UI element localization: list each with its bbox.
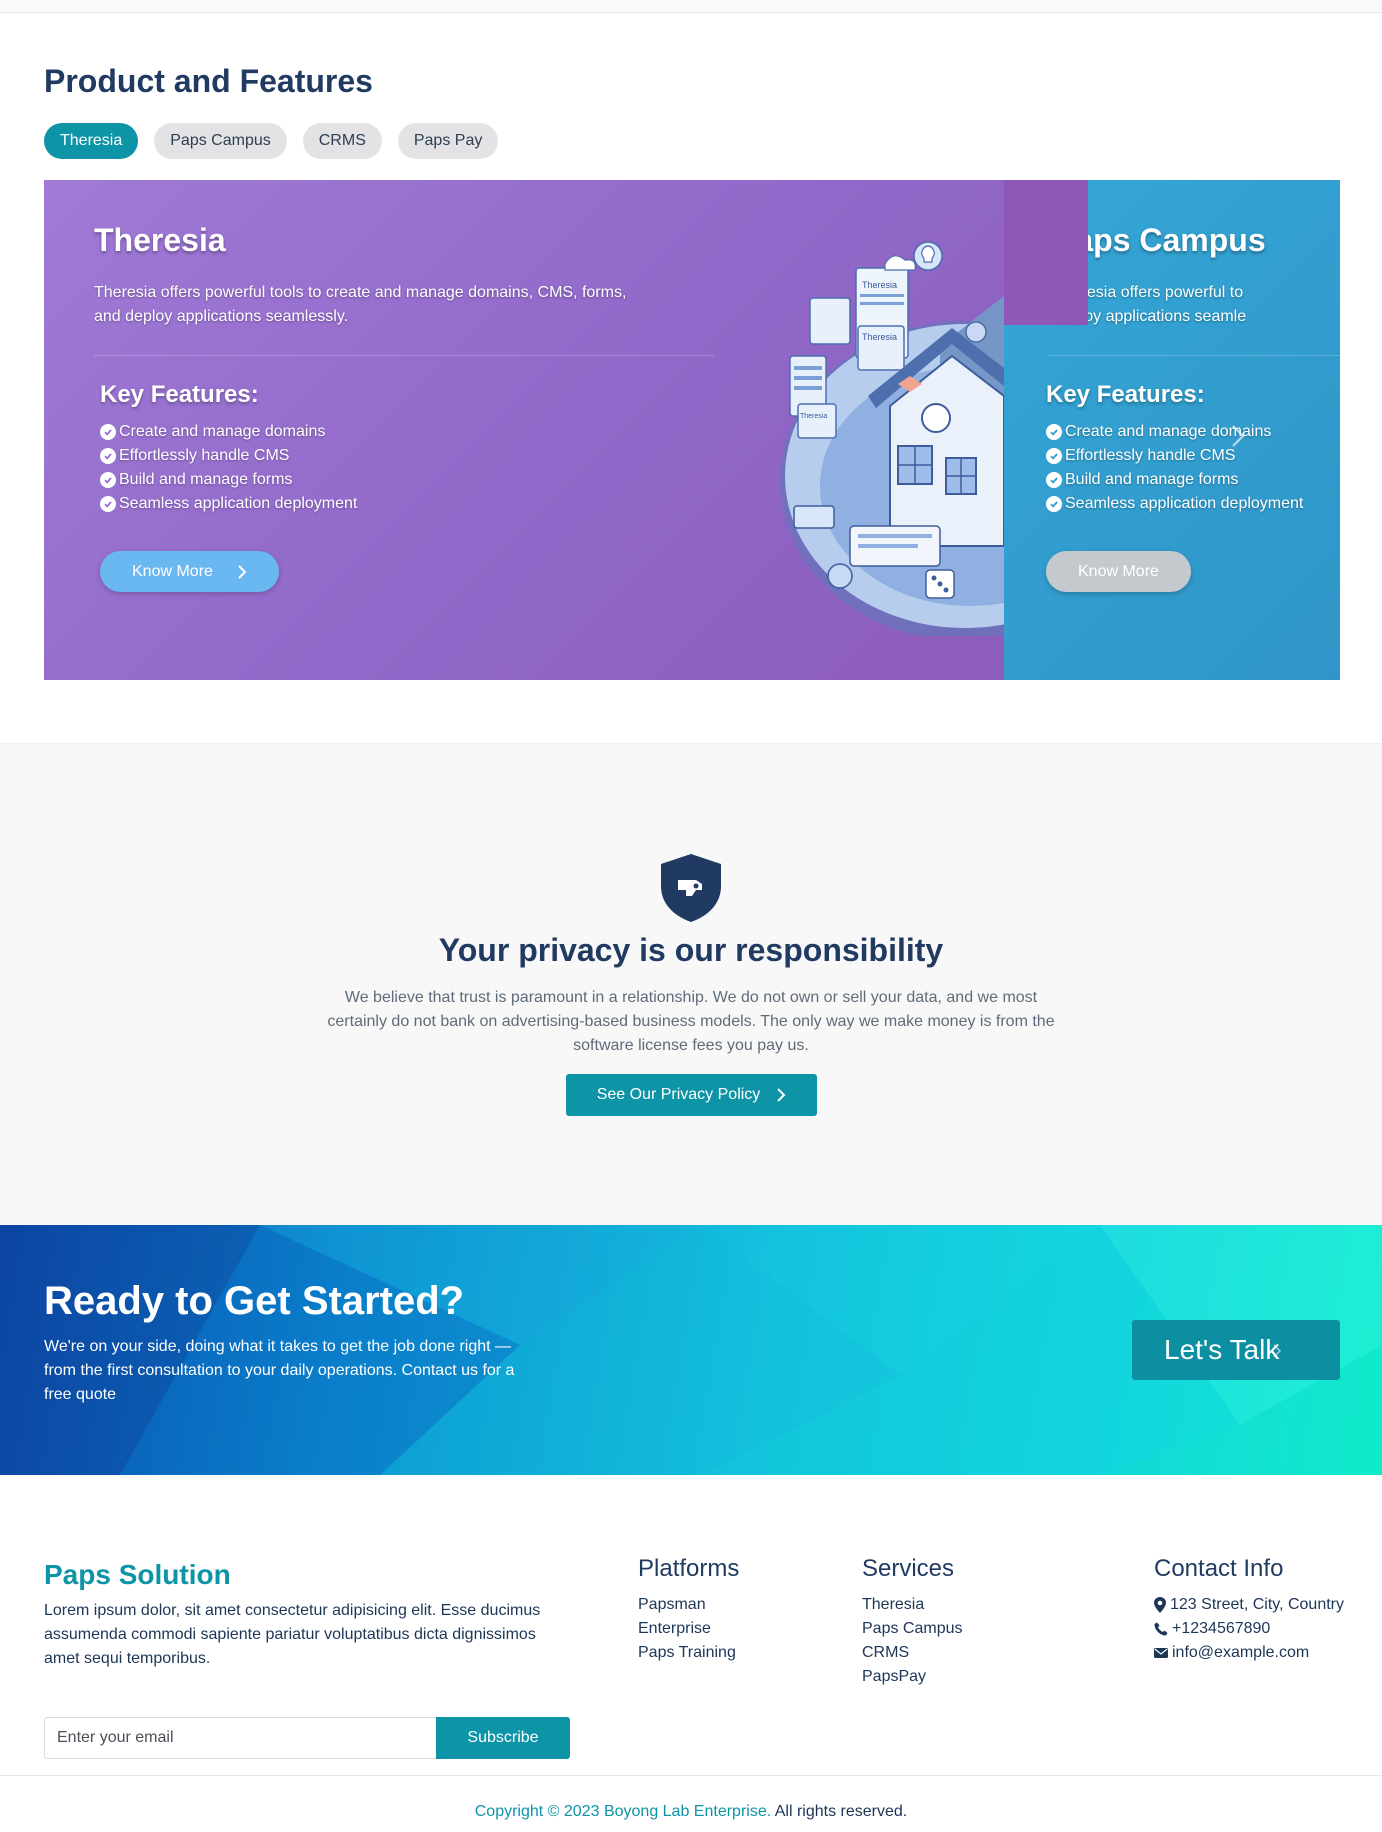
chevron-right-icon (777, 1088, 786, 1102)
privacy-text: We believe that trust is paramount in a … (327, 989, 1055, 1054)
illustration-label: Theresia (862, 280, 897, 290)
footer-brand: Paps Solution (44, 1559, 231, 1590)
tab-crms[interactable]: CRMS (302, 123, 382, 159)
chevron-right-icon[interactable] (1230, 423, 1246, 449)
envelope-icon (1154, 1648, 1168, 1658)
product-carousel: Theresia Theresia offers powerful tools … (44, 180, 1340, 680)
divider (0, 1775, 1382, 1776)
key-features-title: Key Features: (1046, 381, 1205, 408)
subscribe-button[interactable]: Subscribe (436, 1717, 570, 1759)
slide-theresia: Theresia Theresia offers powerful tools … (44, 180, 1004, 680)
check-circle-icon (100, 424, 116, 440)
check-circle-icon (100, 472, 116, 488)
copyright-link[interactable]: Copyright © 2023 Boyong Lab Enterprise. (475, 1803, 771, 1820)
check-circle-icon (1046, 472, 1062, 488)
list-item: Build and manage forms (1046, 468, 1303, 492)
contact-phone: +1234567890 (1154, 1617, 1344, 1641)
cta-text: We're on your side, doing what it takes … (44, 1338, 515, 1403)
feature-list: Create and manage domains Effortlessly h… (1046, 420, 1303, 516)
check-circle-icon (1046, 424, 1062, 440)
chevron-right-icon (1273, 1344, 1282, 1358)
know-more-button[interactable]: Know More (1046, 551, 1191, 592)
check-circle-icon (100, 448, 116, 464)
footer-link[interactable]: CRMS (862, 1641, 963, 1665)
contact-title: Contact Info (1154, 1555, 1284, 1582)
contact-email: info@example.com (1154, 1641, 1344, 1665)
product-illustration: Theresia Theresia Theresia (780, 241, 1004, 636)
contact-list: 123 Street, City, Country +1234567890 in… (1154, 1593, 1344, 1665)
privacy-title: Your privacy is our responsibility (438, 932, 944, 968)
footer-link[interactable]: Papsman (638, 1593, 736, 1617)
copyright: Copyright © 2023 Boyong Lab Enterprise. … (0, 1803, 1382, 1821)
check-circle-icon (1046, 448, 1062, 464)
illustration-label: Theresia (862, 332, 897, 342)
tab-paps-pay[interactable]: Paps Pay (397, 123, 499, 159)
services-title: Services (862, 1555, 955, 1582)
email-input[interactable] (44, 1717, 436, 1759)
divider (94, 355, 714, 356)
check-circle-icon (100, 496, 116, 512)
tab-theresia[interactable]: Theresia (44, 123, 139, 159)
feature-list: Create and manage domains Effortlessly h… (100, 420, 357, 516)
slide-overlap (1004, 180, 1088, 325)
know-more-button[interactable]: Know More (100, 551, 279, 592)
section-title: Product and Features (44, 63, 373, 99)
key-features-title: Key Features: (100, 381, 259, 408)
list-item: Create and manage domains (1046, 420, 1303, 444)
contact-address: 123 Street, City, Country (1154, 1593, 1344, 1617)
cta-section: Ready to Get Started? We're on your side… (0, 1225, 1382, 1475)
platforms-title: Platforms (638, 1555, 740, 1582)
copyright-text: All rights reserved. (771, 1803, 908, 1820)
subscribe-form: Subscribe (44, 1717, 570, 1759)
privacy-section: Your privacy is our responsibility We be… (0, 743, 1382, 1225)
list-item: Effortlessly handle CMS (1046, 444, 1303, 468)
list-item: Seamless application deployment (1046, 492, 1303, 516)
services-list: Theresia Paps Campus CRMS PapsPay (862, 1593, 963, 1689)
slide-title: Theresia (94, 222, 226, 258)
tab-paps-campus[interactable]: Paps Campus (154, 123, 287, 159)
list-item: Seamless application deployment (100, 492, 357, 516)
footer-link[interactable]: Enterprise (638, 1617, 736, 1641)
products-section: Product and Features Theresia Paps Campu… (0, 13, 1382, 743)
privacy-policy-button[interactable]: See Our Privacy Policy (566, 1074, 817, 1116)
lets-talk-button[interactable]: Let's Talk (1132, 1320, 1340, 1380)
footer: Paps Solution Lorem ipsum dolor, sit ame… (0, 1475, 1382, 1832)
footer-link[interactable]: Paps Training (638, 1641, 736, 1665)
product-tabs: Theresia Paps Campus CRMS Paps Pay (44, 123, 499, 159)
shield-icon (661, 854, 721, 922)
divider (1048, 355, 1340, 356)
top-bar (0, 0, 1382, 13)
footer-link[interactable]: Theresia (862, 1593, 963, 1617)
slide-description: Theresia offers powerful tools to create… (94, 284, 627, 325)
illustration-label: Theresia (800, 413, 827, 420)
phone-icon (1154, 1622, 1168, 1636)
list-item: Build and manage forms (100, 468, 357, 492)
list-item: Create and manage domains (100, 420, 357, 444)
footer-description: Lorem ipsum dolor, sit amet consectetur … (44, 1602, 541, 1667)
footer-link[interactable]: Paps Campus (862, 1617, 963, 1641)
check-circle-icon (1046, 496, 1062, 512)
platforms-list: Papsman Enterprise Paps Training (638, 1593, 736, 1665)
list-item: Effortlessly handle CMS (100, 444, 357, 468)
map-marker-icon (1154, 1597, 1166, 1613)
footer-link[interactable]: PapsPay (862, 1665, 963, 1689)
cta-title: Ready to Get Started? (44, 1279, 465, 1323)
chevron-right-icon (238, 564, 247, 579)
